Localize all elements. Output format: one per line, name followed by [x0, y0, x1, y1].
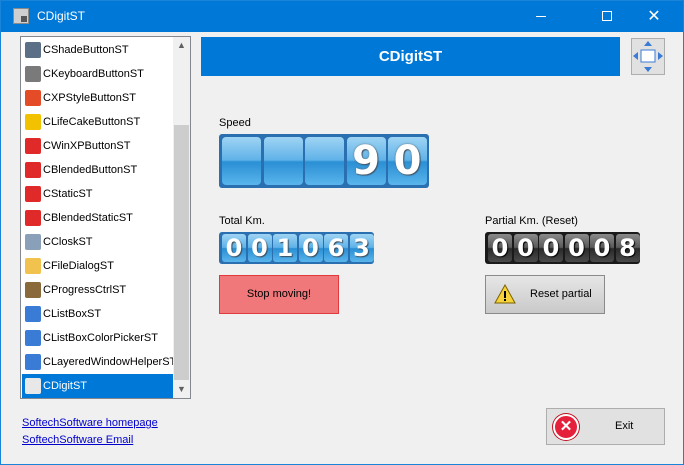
- color-ball-icon: [25, 210, 41, 226]
- class-listbox[interactable]: CDigitST CLayeredWindowHelperST CListBoxCo…: [20, 36, 191, 399]
- list-item-label: CLayeredWindowHelperST: [43, 356, 177, 368]
- list-item[interactable]: CBlendedButtonST: [22, 158, 175, 182]
- total-digit: 6: [324, 234, 348, 262]
- scroll-thumb[interactable]: [174, 125, 189, 380]
- list-item[interactable]: CListBoxST: [22, 302, 175, 326]
- warning-icon: [494, 284, 516, 304]
- total-digit: 3: [349, 234, 374, 262]
- list-item-label: CProgressCtrlST: [43, 284, 127, 296]
- list-item[interactable]: CKeyboardButtonST: [22, 62, 175, 86]
- partial-digit: 8: [615, 234, 640, 262]
- total-digit: 0: [247, 234, 272, 262]
- exit-label: Exit: [615, 420, 634, 432]
- partial-km-label: Partial Km. (Reset): [485, 215, 578, 227]
- list-item-label: CCloskST: [43, 236, 93, 248]
- list-item-label: CShadeButtonST: [43, 44, 129, 56]
- total-km-label: Total Km.: [219, 215, 265, 227]
- minimize-button[interactable]: [518, 1, 564, 32]
- list-item[interactable]: CShadeButtonST: [22, 38, 175, 62]
- list-item-label: CFileDialogST: [43, 260, 114, 272]
- list-item-label: CWinXPButtonST: [43, 140, 131, 152]
- hourglass-icon: [25, 282, 41, 298]
- exit-button[interactable]: ✕ Exit: [546, 408, 665, 445]
- list-item-label: CDigitST: [43, 380, 88, 392]
- total-km-display: 001063: [219, 232, 374, 264]
- list-item-label: CKeyboardButtonST: [43, 68, 144, 80]
- color-ball-icon: [25, 162, 41, 178]
- exit-x-icon: ✕: [553, 414, 579, 440]
- partial-digit: 0: [513, 234, 538, 262]
- partial-digit: 0: [488, 234, 512, 262]
- speed-digit: [263, 137, 303, 185]
- digit-icon: [25, 378, 41, 394]
- windows-xp-icon: [25, 90, 41, 106]
- homepage-link[interactable]: SoftechSoftware homepage: [22, 417, 158, 429]
- speed-digit: 9: [346, 137, 386, 185]
- total-digit: 0: [222, 234, 246, 262]
- stop-moving-button[interactable]: Stop moving!: [219, 275, 339, 314]
- list-item[interactable]: CFileDialogST: [22, 254, 175, 278]
- clock-icon: [25, 234, 41, 250]
- list-item[interactable]: CStaticST: [22, 182, 175, 206]
- list-item-label: CListBoxColorPickerST: [43, 332, 158, 344]
- total-digit: 0: [298, 234, 323, 262]
- total-digit: 1: [273, 234, 297, 262]
- list-item[interactable]: CProgressCtrlST: [22, 278, 175, 302]
- maximize-icon: [602, 11, 612, 21]
- close-button[interactable]: ✕: [631, 1, 677, 32]
- speed-label: Speed: [219, 117, 251, 129]
- folder-icon: [25, 258, 41, 274]
- list-item-label: CListBoxST: [43, 308, 102, 320]
- list-item-label: CLifeCakeButtonST: [43, 116, 141, 128]
- window-icon: [25, 330, 41, 346]
- app-icon: [13, 8, 29, 24]
- list-item[interactable]: CBlendedStaticST: [22, 206, 175, 230]
- speed-digit: 0: [388, 137, 427, 185]
- list-item[interactable]: CWinXPButtonST: [22, 134, 175, 158]
- main-window: CDigitST ✕ CDigitST CLayeredWindowHelperS…: [0, 0, 684, 465]
- list-item[interactable]: CDigitST: [22, 374, 175, 398]
- list-item[interactable]: CLayeredWindowHelperST: [22, 350, 177, 374]
- window-title: CDigitST: [37, 9, 86, 23]
- email-link[interactable]: SoftechSoftware Email: [22, 434, 133, 446]
- partial-digit: 0: [590, 234, 614, 262]
- person-icon: [25, 42, 41, 58]
- partial-digit: 0: [564, 234, 589, 262]
- reset-partial-button[interactable]: Reset partial: [485, 275, 605, 314]
- partial-digit: 0: [539, 234, 563, 262]
- scroll-down-icon[interactable]: ▼: [173, 381, 190, 398]
- keyboard-icon: [25, 66, 41, 82]
- list-item[interactable]: CCloskST: [22, 230, 175, 254]
- list-item[interactable]: CXPStyleButtonST: [22, 86, 175, 110]
- speed-digit: [305, 137, 344, 185]
- listbox-scrollbar[interactable]: ▲ ▼: [173, 37, 190, 398]
- move-arrows-icon: [633, 41, 663, 72]
- list-item-label: CBlendedStaticST: [43, 212, 133, 224]
- speed-digit: [222, 137, 261, 185]
- title-bar[interactable]: CDigitST ✕: [1, 1, 683, 32]
- maximize-button[interactable]: [584, 1, 630, 32]
- window-icon: [25, 354, 41, 370]
- lifecake-icon: [25, 114, 41, 130]
- list-item-label: CBlendedButtonST: [43, 164, 138, 176]
- list-item-label: CXPStyleButtonST: [43, 92, 136, 104]
- scroll-up-icon[interactable]: ▲: [173, 37, 190, 54]
- minimize-icon: [536, 16, 546, 17]
- close-icon: ✕: [647, 8, 661, 25]
- list-item[interactable]: CLifeCakeButtonST: [22, 110, 175, 134]
- reset-partial-label: Reset partial: [530, 288, 592, 300]
- partial-km-display: 000008: [485, 232, 640, 264]
- page-title: CDigitST: [201, 37, 620, 76]
- move-button[interactable]: [631, 38, 665, 75]
- color-ball-icon: [25, 186, 41, 202]
- list-item[interactable]: CListBoxColorPickerST: [22, 326, 175, 350]
- window-icon: [25, 306, 41, 322]
- speed-display: 90: [219, 134, 429, 188]
- color-ball-icon: [25, 138, 41, 154]
- list-item-label: CStaticST: [43, 188, 93, 200]
